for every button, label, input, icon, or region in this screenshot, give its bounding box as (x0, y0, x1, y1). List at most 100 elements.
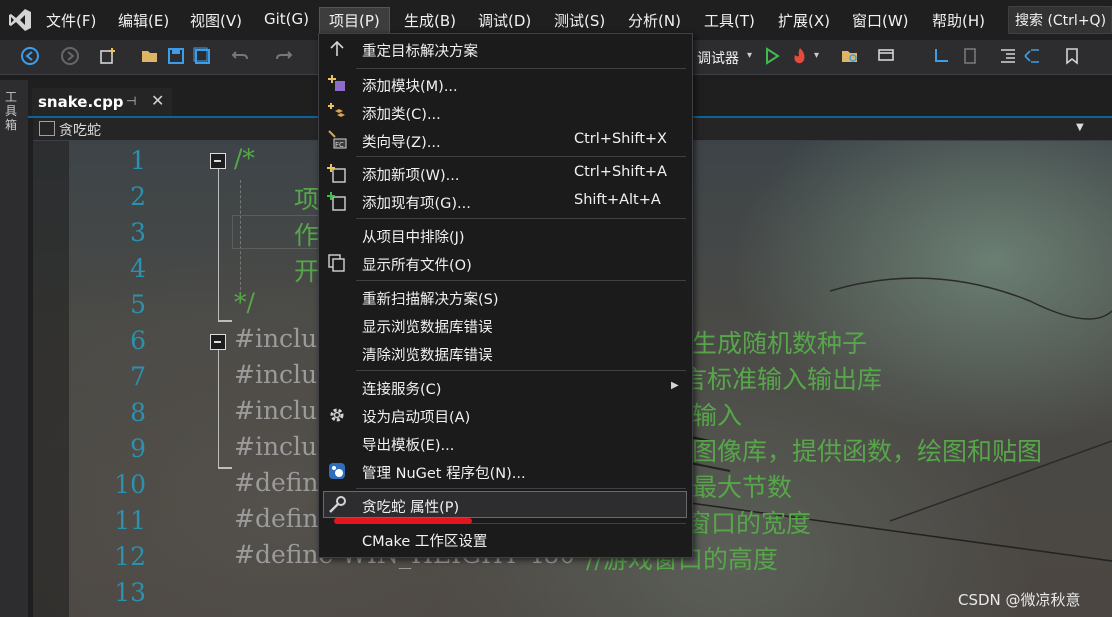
line-number: 4 (130, 254, 146, 283)
code-line[interactable]: #inclu (234, 324, 317, 353)
line-number: 13 (114, 578, 146, 607)
add-new-item-icon (327, 164, 346, 183)
nuget-icon (329, 463, 345, 479)
code-line[interactable]: 项 (294, 180, 319, 216)
menu-tools[interactable]: 工具(T) (704, 10, 755, 31)
menu-item-add-existing-item[interactable]: 添加现有项(G)... (362, 192, 471, 213)
menu-item-retarget-solution[interactable]: 重定目标解决方案 (362, 40, 478, 61)
line-number: 7 (130, 362, 146, 391)
code-line[interactable]: 开 (294, 252, 319, 288)
menu-item-clear-browse-db-errors[interactable]: 清除浏览数据库错误 (362, 344, 493, 365)
save-all-icon[interactable] (192, 46, 212, 66)
code-line[interactable]: #defin (234, 504, 319, 533)
menu-item-project-properties[interactable]: 贪吃蛇 属性(P) (362, 496, 459, 517)
fold-guide-end (218, 467, 232, 469)
collapse-toggle-icon[interactable] (210, 153, 226, 169)
project-scope-icon (39, 121, 55, 136)
menu-view[interactable]: 视图(V) (190, 10, 242, 31)
open-folder-icon[interactable] (140, 46, 160, 66)
shortcut-add-new-item: Ctrl+Shift+A (574, 164, 667, 180)
menu-build[interactable]: 生成(B) (404, 10, 456, 31)
menu-item-show-all-files[interactable]: 显示所有文件(O) (362, 254, 472, 275)
code-line[interactable]: #defin (234, 468, 319, 497)
menu-help[interactable]: 帮助(H) (932, 10, 985, 31)
menu-item-rescan-solution[interactable]: 重新扫描解决方案(S) (362, 288, 499, 309)
toolbox-label[interactable]: 工具箱 (5, 90, 21, 132)
chevron-down-icon[interactable]: ▼ (1076, 122, 1084, 133)
line-number: 1 (130, 146, 146, 175)
toolbox-strip (0, 80, 28, 617)
forward-icon[interactable] (60, 46, 80, 66)
code-comment: 言标准输入输出库 (682, 365, 883, 394)
menu-analyze[interactable]: 分析(N) (628, 10, 681, 31)
menu-separator (356, 218, 686, 219)
code-comment: 生成随机数种子 (692, 329, 868, 358)
menu-item-add-class[interactable]: 添加类(C)... (362, 103, 441, 124)
line-number: 2 (130, 182, 146, 211)
comment-icon[interactable] (1022, 46, 1042, 66)
save-icon[interactable] (166, 46, 186, 66)
add-module-icon (328, 75, 345, 91)
code-line[interactable]: /* (234, 144, 255, 173)
menu-separator (356, 156, 686, 157)
menu-item-set-startup-project[interactable]: 设为启动项目(A) (362, 406, 470, 427)
menu-item-show-browse-db-errors[interactable]: 显示浏览数据库错误 (362, 316, 493, 337)
menu-separator (356, 68, 686, 69)
submenu-arrow-icon: ▶ (671, 380, 679, 391)
step-icon[interactable] (932, 46, 952, 66)
line-number: 6 (130, 326, 146, 355)
menu-edit[interactable]: 编辑(E) (118, 10, 169, 31)
shortcut-class-wizard: Ctrl+Shift+X (574, 131, 667, 147)
scope-dropdown[interactable]: 贪吃蛇 (59, 120, 101, 140)
shortcut-add-existing-item: Shift+Alt+A (574, 192, 661, 208)
menu-item-add-module[interactable]: 添加模块(M)... (362, 75, 458, 96)
menu-item-exclude-from-project[interactable]: 从项目中排除(J) (362, 226, 465, 247)
close-icon[interactable]: ✕ (151, 91, 164, 110)
menu-git[interactable]: Git(G) (264, 10, 309, 28)
menu-project[interactable]: 项目(P) (319, 7, 390, 36)
menu-test[interactable]: 测试(S) (554, 10, 605, 31)
menu-item-add-new-item[interactable]: 添加新项(W)... (362, 164, 459, 185)
line-number: 3 (130, 218, 146, 247)
line-number: 8 (130, 398, 146, 427)
menu-file[interactable]: 文件(F) (46, 10, 96, 31)
visual-studio-logo-icon[interactable] (8, 8, 32, 32)
gear-icon (330, 408, 344, 422)
bookmark-icon[interactable] (1062, 46, 1082, 66)
debugger-dropdown-icon[interactable]: ▾ (747, 50, 752, 61)
redo-icon[interactable] (274, 46, 294, 66)
code-line[interactable]: */ (234, 288, 255, 317)
code-line[interactable]: #inclu (234, 360, 317, 389)
red-underline-annotation (334, 518, 472, 524)
line-number: 10 (114, 470, 146, 499)
wrench-icon (329, 496, 346, 513)
menu-item-cmake-settings[interactable]: CMake 工作区设置 (362, 530, 487, 551)
code-line[interactable]: #inclu (234, 432, 317, 461)
window-layout-icon[interactable] (876, 46, 896, 66)
new-project-icon[interactable] (98, 46, 118, 66)
hot-reload-dropdown-icon[interactable]: ▾ (814, 50, 819, 61)
debugger-label[interactable]: 调试器 (697, 48, 739, 68)
start-debugging-icon[interactable] (762, 46, 782, 66)
code-line[interactable]: #inclu (234, 396, 317, 425)
back-icon[interactable] (20, 46, 40, 66)
indent-icon[interactable] (998, 46, 1018, 66)
add-class-icon (328, 103, 345, 117)
menu-debug[interactable]: 调试(D) (478, 10, 531, 31)
menu-item-export-template[interactable]: 导出模板(E)... (362, 434, 454, 455)
menu-item-connected-services[interactable]: 连接服务(C) (362, 378, 441, 399)
menu-window[interactable]: 窗口(W) (852, 10, 909, 31)
solution-folder-icon[interactable] (840, 46, 860, 66)
menu-extensions[interactable]: 扩展(X) (778, 10, 830, 31)
collapse-toggle-icon[interactable] (210, 334, 226, 350)
search-box[interactable]: 搜索 (Ctrl+Q) (1008, 6, 1112, 34)
code-line[interactable]: 作 (294, 216, 319, 252)
pin-icon[interactable]: ⊣ (126, 94, 136, 108)
menu-item-manage-nuget[interactable]: 管理 NuGet 程序包(N)... (362, 462, 526, 483)
undo-icon[interactable] (230, 46, 250, 66)
line-number: 5 (130, 290, 146, 319)
fold-guide (218, 350, 219, 468)
hot-reload-icon[interactable] (790, 46, 810, 66)
menu-item-class-wizard[interactable]: 类向导(Z)... (362, 131, 441, 152)
toolbar-misc-icon[interactable] (960, 46, 980, 66)
